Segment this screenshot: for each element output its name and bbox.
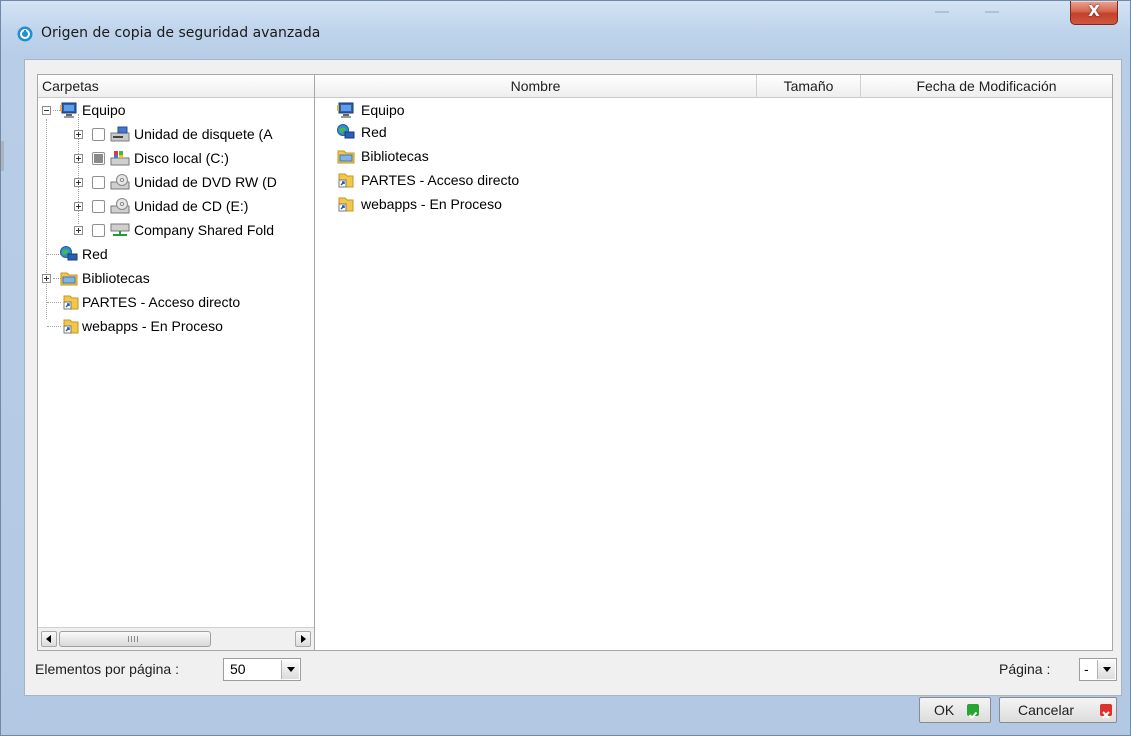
floppy-drive-icon <box>110 126 130 142</box>
dialog-window: Origen de copia de seguridad avanzada X … <box>0 0 1131 736</box>
checkbox[interactable] <box>92 224 105 237</box>
expand-icon[interactable] <box>74 130 83 139</box>
expand-icon[interactable] <box>42 274 51 283</box>
tree-item-label: Unidad de disquete (A <box>134 126 273 142</box>
ok-label: OK <box>934 702 955 718</box>
ok-button[interactable]: OK <box>919 697 991 723</box>
cancel-x-icon <box>1100 704 1112 719</box>
items-per-page-select[interactable]: 50 <box>223 658 301 681</box>
chevron-down-icon[interactable] <box>1097 660 1115 679</box>
close-button[interactable]: X <box>1070 1 1118 25</box>
shortcut-icon <box>62 294 80 310</box>
tree-header: Carpetas <box>38 75 314 98</box>
checkmark-icon <box>967 704 979 719</box>
computer-icon <box>60 102 78 118</box>
tree-item-label: Equipo <box>82 102 126 118</box>
tree-item-label: webapps - En Proceso <box>82 318 223 334</box>
app-logo-icon <box>17 26 33 42</box>
tree-horizontal-scrollbar[interactable] <box>38 627 314 650</box>
page-value: - <box>1084 661 1089 677</box>
dvd-drive-icon <box>110 174 130 190</box>
page-select[interactable]: - <box>1079 658 1117 681</box>
tree-item-dvd-drive[interactable]: Unidad de DVD RW (D <box>38 171 314 193</box>
page-label: Página : <box>999 661 1051 677</box>
folder-tree[interactable]: Equipo Unidad de disquete (A Disco local… <box>38 99 314 626</box>
libraries-icon <box>337 148 355 164</box>
list-item-name: Bibliotecas <box>361 148 429 164</box>
expand-icon[interactable] <box>74 202 83 211</box>
scroll-right-icon[interactable] <box>295 631 311 647</box>
cancel-label: Cancelar <box>1018 702 1075 718</box>
close-icon: X <box>1088 2 1100 20</box>
list-item-name: webapps - En Proceso <box>361 196 502 212</box>
tree-item-cd-drive[interactable]: Unidad de CD (E:) <box>38 195 314 217</box>
items-per-page-value: 50 <box>230 661 246 677</box>
window-title: Origen de copia de seguridad avanzada <box>41 25 321 41</box>
tree-item-bibliotecas[interactable]: Bibliotecas <box>38 267 238 289</box>
column-header-nombre[interactable]: Nombre <box>315 75 757 98</box>
title-bar[interactable]: Origen de copia de seguridad avanzada X <box>1 1 1130 57</box>
expand-icon[interactable] <box>74 178 83 187</box>
tree-item-label: Disco local (C:) <box>134 150 229 166</box>
tree-item-label: Red <box>82 246 108 262</box>
chevron-down-icon[interactable] <box>281 660 299 679</box>
tree-item-label: Bibliotecas <box>82 270 150 286</box>
tree-item-label: Company Shared Fold <box>134 222 275 238</box>
dialog-content: Carpetas Equipo Unidad de disquete (A Di… <box>24 59 1122 696</box>
tree-item-webapps[interactable]: webapps - En Proceso <box>38 315 298 337</box>
collapse-icon[interactable] <box>42 106 51 115</box>
tree-item-label: PARTES - Acceso directo <box>82 294 241 310</box>
network-icon <box>337 124 355 140</box>
folder-tree-pane: Carpetas Equipo Unidad de disquete (A Di… <box>37 74 315 651</box>
tree-item-equipo[interactable]: Equipo <box>38 99 238 121</box>
computer-icon <box>337 102 355 118</box>
tree-item-label: Unidad de DVD RW (D <box>134 174 277 190</box>
network-icon <box>60 246 78 262</box>
local-disk-icon <box>110 150 130 166</box>
faded-window-controls <box>925 3 1045 25</box>
libraries-icon <box>60 270 78 286</box>
cancel-button[interactable]: Cancelar <box>999 697 1117 723</box>
list-item-name: Red <box>361 124 387 140</box>
tree-item-floppy[interactable]: Unidad de disquete (A <box>38 123 314 145</box>
list-item-name: PARTES - Acceso directo <box>361 172 520 188</box>
shortcut-icon <box>337 196 355 212</box>
checkbox[interactable] <box>92 152 105 165</box>
cd-drive-icon <box>110 198 130 214</box>
column-header-fecha[interactable]: Fecha de Modificación <box>861 75 1112 98</box>
scroll-left-icon[interactable] <box>41 631 57 647</box>
tree-item-local-disk[interactable]: Disco local (C:) <box>38 147 314 169</box>
shortcut-icon <box>337 172 355 188</box>
checkbox[interactable] <box>92 128 105 141</box>
expand-icon[interactable] <box>74 154 83 163</box>
list-item-name: Equipo <box>361 102 405 118</box>
tree-item-red[interactable]: Red <box>38 243 238 265</box>
tree-item-partes[interactable]: PARTES - Acceso directo <box>38 291 298 313</box>
checkbox[interactable] <box>92 200 105 213</box>
items-per-page-label: Elementos por página : <box>35 661 179 677</box>
file-list-pane: Nombre Tamaño Fecha de Modificación Equi… <box>314 74 1113 651</box>
shortcut-icon <box>62 318 80 334</box>
tree-item-company-shared[interactable]: Company Shared Fold <box>38 219 314 241</box>
tree-item-label: Unidad de CD (E:) <box>134 198 249 214</box>
network-drive-icon <box>110 222 130 238</box>
background-edge <box>1 141 4 171</box>
checkbox[interactable] <box>92 176 105 189</box>
expand-icon[interactable] <box>74 226 83 235</box>
column-header-tamano[interactable]: Tamaño <box>757 75 861 98</box>
scroll-thumb[interactable] <box>59 631 211 647</box>
